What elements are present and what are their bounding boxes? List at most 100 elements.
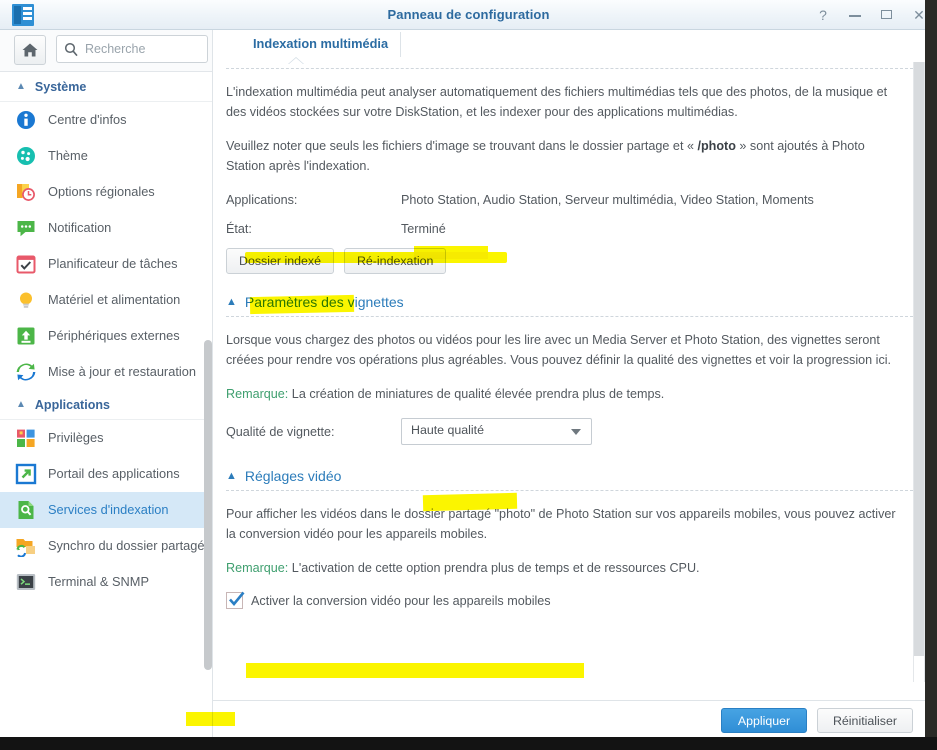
section-title: Réglages vidéo xyxy=(244,468,342,484)
speech-bubble-icon xyxy=(15,217,37,239)
main-scrollbar[interactable] xyxy=(913,62,925,682)
sidebar: Recherche ▲ Système Centre d'infos Thème xyxy=(0,30,213,737)
chevron-up-icon: ▲ xyxy=(16,399,26,410)
video-remark: Remarque: L'activation de cette option p… xyxy=(226,558,913,578)
sidebar-item-materiel-et-alimentation[interactable]: Matériel et alimentation xyxy=(0,282,212,318)
tab-pointer xyxy=(289,58,303,64)
quality-row: Qualité de vignette: Haute qualité xyxy=(226,418,913,445)
indexed-folder-button[interactable]: Dossier indexé xyxy=(226,248,334,274)
search-icon xyxy=(64,42,78,57)
remark-word: Remarque: xyxy=(226,561,289,575)
section-divider xyxy=(226,316,913,317)
sidebar-item-label: Privilèges xyxy=(48,430,104,445)
sidebar-search-row: Recherche xyxy=(0,30,212,72)
terminal-icon xyxy=(16,574,36,590)
section-divider xyxy=(226,68,913,69)
sidebar-item-options-regionales[interactable]: Options régionales xyxy=(0,174,212,210)
calendar-check-icon xyxy=(15,253,37,275)
remark-word: Remarque: xyxy=(226,387,289,401)
remark-text: La création de miniatures de qualité éle… xyxy=(288,387,665,401)
maximize-icon[interactable] xyxy=(879,7,895,23)
sidebar-item-services-dindexation[interactable]: Services d'indexation xyxy=(0,492,212,528)
indexing-paragraph-2a: Veuillez noter que seuls les fichiers d'… xyxy=(226,139,698,153)
section-header-video[interactable]: ▲ Réglages vidéo xyxy=(226,468,913,490)
document-search-icon xyxy=(18,501,34,519)
sidebar-item-centre-dinfos[interactable]: Centre d'infos xyxy=(0,102,212,138)
window-controls: ? ✕ xyxy=(815,0,927,30)
sidebar-item-mise-a-jour-et-restauration[interactable]: Mise à jour et restauration xyxy=(0,354,212,390)
squares-lock-icon xyxy=(17,429,35,447)
sidebar-group-applications[interactable]: ▲ Applications xyxy=(0,390,212,420)
indexing-button-row: Dossier indexé Ré-indexation xyxy=(226,248,913,274)
section-title: Indexation multimédia xyxy=(245,59,381,62)
indexing-paragraph-2: Veuillez noter que seuls les fichiers d'… xyxy=(226,136,896,176)
quality-select[interactable]: Haute qualité xyxy=(401,418,592,445)
sidebar-group-label: Système xyxy=(34,80,87,94)
tab-indexation-multimedia[interactable]: Indexation multimédia xyxy=(241,32,402,57)
sidebar-item-label: Notification xyxy=(48,220,112,235)
mobile-conversion-checkbox-row[interactable]: Activer la conversion vidéo pour les app… xyxy=(226,591,913,609)
sidebar-item-privileges[interactable]: Privilèges xyxy=(0,420,212,456)
sidebar-item-label: Centre d'infos xyxy=(48,112,127,127)
reset-button[interactable]: Réinitialiser xyxy=(817,708,913,733)
home-icon xyxy=(22,43,38,57)
thumbnails-remark: Remarque: La création de miniatures de q… xyxy=(226,384,913,404)
sidebar-item-planificateur-de-taches[interactable]: Planificateur de tâches xyxy=(0,246,212,282)
home-button[interactable] xyxy=(14,35,46,65)
sidebar-item-label: Matériel et alimentation xyxy=(48,292,181,307)
chevron-up-icon: ▲ xyxy=(226,59,237,60)
window-bottom-edge xyxy=(0,737,937,750)
tab-bar: Indexation multimédia xyxy=(213,30,937,60)
sidebar-item-label: Thème xyxy=(48,148,88,163)
sidebar-item-synchro-du-dossier-partage[interactable]: Synchro du dossier partagé xyxy=(0,528,212,564)
applications-value: Photo Station, Audio Station, Serveur mu… xyxy=(401,193,814,207)
sidebar-item-portail-des-applications[interactable]: Portail des applications xyxy=(0,456,212,492)
sidebar-group-label: Applications xyxy=(34,398,110,412)
title-bar: Panneau de configuration ? ✕ xyxy=(0,0,937,30)
indexing-paragraph-1: L'indexation multimédia peut analyser au… xyxy=(226,85,888,119)
clock-calendar-icon xyxy=(15,181,37,203)
state-row: État: Terminé xyxy=(226,219,913,239)
sidebar-item-label: Terminal & SNMP xyxy=(48,574,149,589)
lightbulb-icon xyxy=(15,289,37,311)
sidebar-item-peripheriques-externes[interactable]: Périphériques externes xyxy=(0,318,212,354)
info-icon xyxy=(15,109,37,131)
mobile-conversion-label: Activer la conversion vidéo pour les app… xyxy=(251,593,551,608)
sidebar-group-systeme[interactable]: ▲ Système xyxy=(0,72,212,102)
state-label: État: xyxy=(226,222,252,236)
folder-sync-icon xyxy=(16,539,35,557)
help-icon[interactable]: ? xyxy=(815,7,831,23)
reindex-button[interactable]: Ré-indexation xyxy=(343,248,447,274)
sidebar-item-label: Services d'indexation xyxy=(48,502,169,517)
palette-icon xyxy=(15,145,37,167)
sidebar-nav: ▲ Système Centre d'infos Thème Options r… xyxy=(0,72,212,737)
sidebar-item-label: Portail des applications xyxy=(48,466,180,481)
section-header-indexation[interactable]: ▲ Indexation multimédia xyxy=(226,59,913,68)
search-input[interactable]: Recherche xyxy=(56,35,208,63)
sidebar-item-notification[interactable]: Notification xyxy=(0,210,212,246)
minimize-icon[interactable] xyxy=(847,7,863,23)
sidebar-item-label: Périphériques externes xyxy=(48,328,180,343)
quality-label: Qualité de vignette: xyxy=(226,424,335,439)
chevron-down-icon xyxy=(571,429,581,435)
section-title: Paramètres des vignettes xyxy=(244,294,404,310)
upload-box-icon xyxy=(17,327,35,345)
sidebar-item-label: Synchro du dossier partagé xyxy=(48,538,205,553)
sidebar-item-terminal-snmp[interactable]: Terminal & SNMP xyxy=(0,564,212,600)
refresh-icon xyxy=(16,363,36,381)
mobile-conversion-checkbox[interactable] xyxy=(226,591,245,609)
sidebar-item-theme[interactable]: Thème xyxy=(0,138,212,174)
thumbnails-paragraph: Lorsque vous chargez des photos ou vidéo… xyxy=(226,333,892,367)
sidebar-scrollbar-thumb[interactable] xyxy=(204,340,212,670)
video-paragraph: Pour afficher les vidéos dans le dossier… xyxy=(226,507,896,541)
window-right-edge xyxy=(925,0,937,750)
remark-text: L'activation de cette option prendra plu… xyxy=(288,561,700,575)
section-header-vignettes[interactable]: ▲ Paramètres des vignettes xyxy=(226,294,913,316)
main-scrollbar-thumb xyxy=(914,62,924,656)
main-panel: Indexation multimédia ▲ Indexation multi… xyxy=(213,30,937,737)
sidebar-item-label: Options régionales xyxy=(48,184,155,199)
settings-scroll-area: ▲ Indexation multimédia L'indexation mul… xyxy=(213,59,937,707)
section-divider xyxy=(226,490,913,491)
check-icon xyxy=(229,591,245,606)
apply-button[interactable]: Appliquer xyxy=(721,708,807,733)
